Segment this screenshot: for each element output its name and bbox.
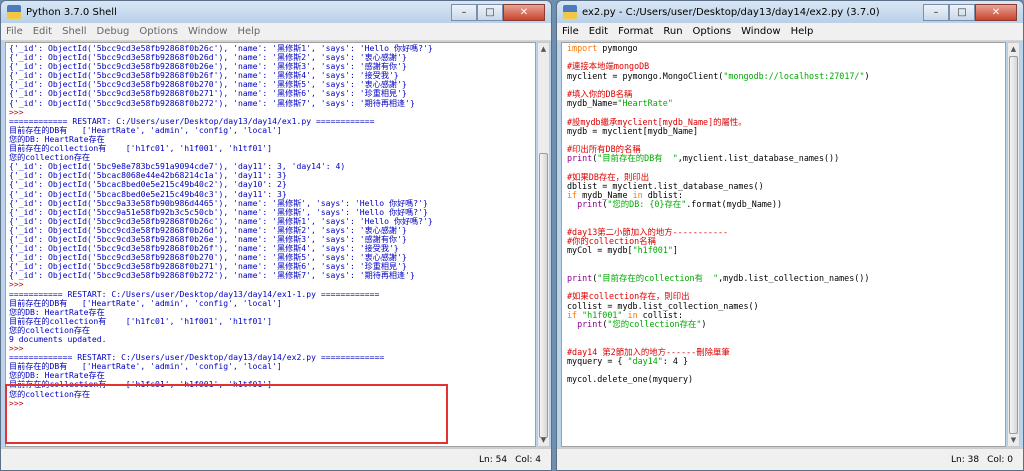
code-token: .format(mydb_Name)) (686, 199, 783, 210)
editor-statusbar: Ln: 38 Col: 0 (557, 448, 1023, 470)
code-line: print("您的DB: {0}存在".format(mydb_Name)) (567, 200, 1002, 209)
code-token: ,myclient.list_database_names()) (677, 153, 840, 164)
shell-line: 您的collection存在 (9, 388, 91, 399)
code-line: print("目前存在的collection有 ",mydb.list_coll… (567, 273, 1002, 284)
menu-run[interactable]: Run (658, 26, 687, 37)
scroll-down-arrow[interactable]: ▼ (1008, 434, 1019, 446)
close-button[interactable]: ✕ (503, 3, 545, 21)
python-icon (7, 5, 21, 19)
code-token: "h1f001" (632, 245, 673, 256)
shell-statusbar: Ln: 54 Col: 4 (1, 448, 551, 470)
shell-line: >>> (9, 397, 29, 408)
menu-edit[interactable]: Edit (584, 26, 613, 37)
code-token: mydb = myclient[mydb_Name] (567, 125, 699, 136)
code-token: ) (864, 70, 870, 81)
menu-format[interactable]: Format (613, 26, 658, 37)
shell-scrollbar[interactable]: ▲ ▼ (537, 42, 550, 447)
editor-titlebar[interactable]: ex2.py - C:/Users/user/Desktop/day13/day… (557, 1, 1023, 23)
code-line: import pymongo (567, 43, 1002, 53)
minimize-button[interactable]: – (923, 3, 949, 21)
maximize-button[interactable]: □ (949, 3, 975, 21)
editor-scrollbar[interactable]: ▲ ▼ (1007, 42, 1020, 447)
shell-line: {'_id': ObjectId('5bcc9cd3e58fb92868f0b2… (9, 270, 415, 281)
menu-options[interactable]: Options (134, 26, 183, 37)
close-button[interactable]: ✕ (975, 3, 1017, 21)
menu-edit[interactable]: Edit (28, 26, 57, 37)
code-token: mydb_Name= (567, 98, 618, 109)
code-line: print("目前存在的DB有 ",myclient.list_database… (567, 154, 1002, 163)
maximize-button[interactable]: □ (477, 3, 503, 21)
code-token: : 4 } (662, 355, 689, 366)
code-line: myCol = mydb["h1f001"] (567, 246, 1002, 255)
shell-line: {'_id': ObjectId('5bcc9cd3e58fb92868f0b2… (9, 97, 415, 108)
editor-menubar: File Edit Format Run Options Window Help (557, 23, 1023, 41)
menu-file[interactable]: File (557, 26, 584, 37)
shell-output[interactable]: {'_id': ObjectId('5bcc9cd3e58fb92868f0b2… (5, 42, 536, 447)
code-token: print (577, 319, 603, 330)
scroll-up-arrow[interactable]: ▲ (538, 43, 549, 55)
code-token: "mongodb://localhost:27017/" (723, 70, 865, 81)
code-token: ,mydb.list_collection_names()) (718, 273, 870, 284)
code-token: "您的DB: {0}存在" (607, 199, 687, 210)
code-token: myquery = { (567, 355, 628, 366)
menu-debug[interactable]: Debug (92, 26, 135, 37)
shell-window: Python 3.7.0 Shell – □ ✕ File Edit Shell… (0, 0, 552, 471)
code-token: myCol = mydb[ (567, 245, 633, 256)
menu-window[interactable]: Window (736, 26, 785, 37)
code-line: mydb_Name="HeartRate" (567, 99, 1002, 108)
editor-window: ex2.py - C:/Users/user/Desktop/day13/day… (556, 0, 1024, 471)
editor-title: ex2.py - C:/Users/user/Desktop/day13/day… (582, 6, 880, 18)
shell-title: Python 3.7.0 Shell (26, 6, 117, 18)
code-token: pymongo (597, 43, 638, 53)
code-line: myclient = pymongo.MongoClient("mongodb:… (567, 70, 1002, 81)
shell-menubar: File Edit Shell Debug Options Window Hel… (1, 23, 551, 41)
code-token: print (567, 153, 593, 164)
code-line: mycol.delete_one(myquery) (567, 375, 1002, 384)
code-editor[interactable]: import pymongo #連接本地端mongoDB myclient = p… (561, 42, 1006, 447)
code-token: ) (701, 319, 707, 330)
menu-help[interactable]: Help (232, 26, 265, 37)
scroll-up-arrow[interactable]: ▲ (1008, 43, 1019, 55)
code-token: "目前存在的DB有 " (597, 153, 678, 164)
code-line: myquery = { "day14": 4 } (567, 355, 1002, 366)
column-number: Col: 4 (515, 454, 541, 465)
python-icon (563, 5, 577, 19)
menu-options[interactable]: Options (688, 26, 737, 37)
minimize-button[interactable]: – (451, 3, 477, 21)
code-token: mycol.delete_one(myquery) (567, 374, 694, 385)
code-token: print (577, 199, 603, 210)
shell-titlebar[interactable]: Python 3.7.0 Shell – □ ✕ (1, 1, 551, 23)
code-token: "您的collection存在" (607, 319, 702, 330)
code-token: "目前存在的collection有 " (597, 273, 719, 284)
scroll-thumb[interactable] (1009, 56, 1018, 434)
scroll-thumb[interactable] (539, 153, 548, 438)
code-token: "day14" (627, 355, 663, 366)
line-number: Ln: 38 (951, 454, 980, 465)
code-line: print("您的collection存在") (567, 319, 1002, 330)
line-number: Ln: 54 (479, 454, 508, 465)
code-line: mydb = myclient[mydb_Name] (567, 125, 1002, 136)
code-token: ] (672, 245, 678, 256)
menu-file[interactable]: File (1, 26, 28, 37)
menu-help[interactable]: Help (786, 26, 819, 37)
menu-shell[interactable]: Shell (57, 26, 91, 37)
scroll-down-arrow[interactable]: ▼ (538, 434, 549, 446)
column-number: Col: 0 (987, 454, 1013, 465)
code-token: myclient = pymongo.MongoClient( (567, 70, 724, 81)
code-token: "HeartRate" (617, 98, 673, 109)
shell-line: 9 documents updated. (9, 334, 107, 344)
menu-window[interactable]: Window (183, 26, 232, 37)
